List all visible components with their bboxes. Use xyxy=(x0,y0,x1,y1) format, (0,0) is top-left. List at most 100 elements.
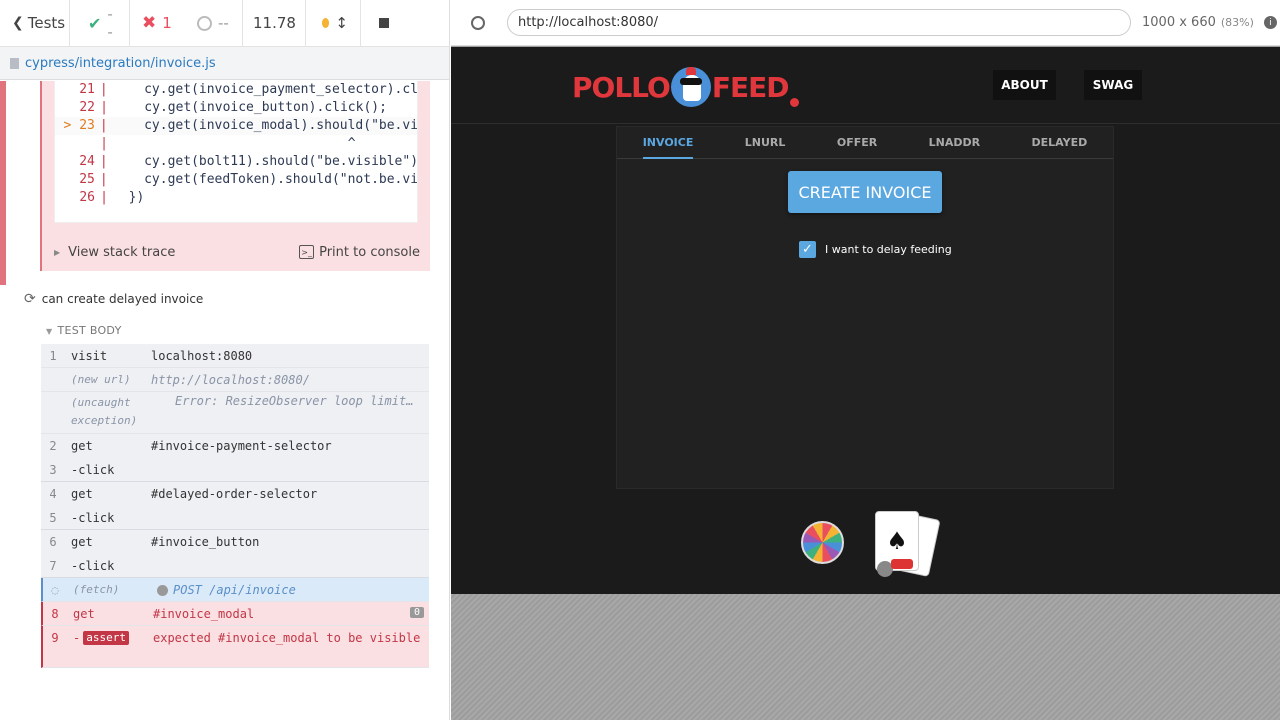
code-text: cy.get(feedToken).should("not.be.vi xyxy=(112,172,417,187)
view-stack-trace-link[interactable]: View stack trace xyxy=(68,245,175,260)
command-row[interactable]: 1 visit localhost:8080 xyxy=(41,344,429,368)
command-name: (fetch) xyxy=(73,583,120,596)
app-frame: POLLO FEED ABOUT SWAG INVOICE LNURL OFFE… xyxy=(451,47,1280,594)
tests-back-button[interactable]: ❮ Tests xyxy=(0,0,70,47)
caret-right-icon: ▶ xyxy=(54,247,61,257)
verified-badge-icon xyxy=(790,97,800,107)
command-row[interactable]: 5 -click xyxy=(41,506,429,530)
spec-file-path[interactable]: cypress/integration/invoice.js xyxy=(25,56,216,71)
viewport-background xyxy=(451,594,1280,720)
chevron-left-icon: ❮ xyxy=(12,15,24,31)
spec-file-bar[interactable]: cypress/integration/invoice.js xyxy=(0,47,449,80)
command-message: POST /api/invoice xyxy=(173,583,296,597)
line-number: > 23 xyxy=(63,118,95,133)
selector-playground-icon[interactable] xyxy=(471,15,485,30)
info-icon[interactable]: i xyxy=(1263,16,1277,29)
checkmark-icon: ✓ xyxy=(802,242,813,257)
code-line: 26 | }) xyxy=(55,189,417,207)
line-number: 25 xyxy=(79,172,95,187)
command-row[interactable]: 7 -click xyxy=(41,554,429,578)
auto-scroll-icon[interactable]: ↕ xyxy=(335,14,348,32)
line-number: 24 xyxy=(79,154,95,169)
test-title[interactable]: ⟳ can create delayed invoice xyxy=(24,291,203,307)
command-number: 8 xyxy=(51,607,59,621)
passed-count: ✔ -- xyxy=(70,0,130,47)
print-to-console-button[interactable]: >_ Print to console xyxy=(299,245,420,260)
command-number: 7 xyxy=(49,559,57,573)
nav-about-button[interactable]: ABOUT xyxy=(993,70,1056,100)
tab-offer[interactable]: OFFER xyxy=(837,127,877,159)
create-invoice-button[interactable]: CREATE INVOICE xyxy=(788,171,942,213)
payment-tabs: INVOICE LNURL OFFER LNADDR DELAYED xyxy=(617,127,1113,159)
code-line: 25 | cy.get(feedToken).should("not.be.vi xyxy=(55,171,417,189)
code-frame: 21 | cy.get(invoice_payment_selector).cl 2… xyxy=(54,81,418,223)
url-field[interactable]: http://localhost:8080/ xyxy=(507,9,1131,36)
stop-button[interactable] xyxy=(361,0,401,47)
payment-panel: INVOICE LNURL OFFER LNADDR DELAYED CREAT… xyxy=(616,126,1114,489)
command-message: http://localhost:8080/ xyxy=(151,373,310,387)
command-message: #delayed-order-selector xyxy=(151,487,318,501)
delay-feeding-label: I want to delay feeding xyxy=(825,243,952,256)
command-message: expected #invoice_modal to be visible xyxy=(153,631,421,645)
line-gutter: | xyxy=(100,100,108,115)
delay-feeding-option[interactable]: ✓ I want to delay feeding xyxy=(799,241,952,258)
refresh-icon: ⟳ xyxy=(24,291,36,307)
test-body-label[interactable]: ▼ TEST BODY xyxy=(46,324,122,337)
command-row[interactable]: (uncaught exception) Error: ResizeObserv… xyxy=(41,392,429,434)
command-name: -click xyxy=(71,463,115,477)
command-row[interactable]: 9- assert expected #invoice_modal to be vi… xyxy=(41,626,429,668)
code-text: ^ xyxy=(113,136,356,151)
command-row[interactable]: 6 get #invoice_button xyxy=(41,530,429,554)
check-icon: ✔ xyxy=(88,13,102,33)
command-number: 2 xyxy=(49,439,57,453)
terminal-icon: >_ xyxy=(299,245,315,259)
code-text: cy.get(invoice_payment_selector).cl xyxy=(112,82,417,97)
reporter-header: ❮ Tests ✔ -- ✖ 1 -- 11.78 ↕ xyxy=(0,0,449,47)
pending-dot-icon xyxy=(157,584,168,596)
command-message: Error: ResizeObserver loop limit… xyxy=(175,394,414,408)
code-text: cy.get(invoice_button).click(); xyxy=(113,100,387,115)
viewport-scale: (83%) xyxy=(1220,16,1254,29)
prize-wheel-icon[interactable] xyxy=(801,521,844,564)
pollo-feed-logo[interactable]: POLLO FEED xyxy=(572,67,800,107)
viewport-size: 1000 x 660 xyxy=(1142,15,1216,30)
failed-test-bar xyxy=(0,81,6,285)
pending-count: -- xyxy=(185,0,243,47)
line-number: 21 xyxy=(79,82,95,97)
command-row[interactable]: 8 get #invoice_modal 0 xyxy=(41,602,429,626)
rooster-logo-icon xyxy=(670,67,711,107)
command-row[interactable]: 2 get #invoice-payment-selector xyxy=(41,434,429,458)
tab-invoice[interactable]: INVOICE xyxy=(642,127,693,159)
line-number: 22 xyxy=(79,100,95,115)
tab-lnurl[interactable]: LNURL xyxy=(745,127,786,159)
command-row[interactable]: (new url) http://localhost:8080/ xyxy=(41,368,429,392)
app-header: POLLO FEED ABOUT SWAG xyxy=(451,47,1280,124)
command-name: -click xyxy=(71,511,115,525)
command-row[interactable]: ◌ (fetch) POST /api/invoice xyxy=(41,578,429,602)
error-block: 21 | cy.get(invoice_payment_selector).cl 2… xyxy=(0,81,449,285)
delay-feeding-checkbox[interactable]: ✓ xyxy=(799,241,816,258)
command-name: get xyxy=(71,439,93,453)
nav-swag-button[interactable]: SWAG xyxy=(1084,70,1142,100)
tab-delayed[interactable]: DELAYED xyxy=(1032,127,1088,159)
code-text: cy.get(bolt11).should("be.visible") xyxy=(112,154,417,169)
url-bar: http://localhost:8080/ 1000 x 660 (83%) … xyxy=(451,0,1280,46)
duration: 11.78 xyxy=(243,0,306,47)
line-gutter: | xyxy=(100,190,108,205)
command-number: 3 xyxy=(49,463,57,477)
command-number: 6 xyxy=(49,535,57,549)
playing-cards-icon[interactable]: ♠ xyxy=(875,511,941,581)
stack-trace-row: ▶ View stack trace >_ Print to console xyxy=(40,236,430,268)
command-number: 4 xyxy=(49,487,57,501)
aut-panel: http://localhost:8080/ 1000 x 660 (83%) … xyxy=(451,0,1280,720)
tab-lnaddr[interactable]: LNADDR xyxy=(929,127,980,159)
code-line: 22 | cy.get(invoice_button).click(); xyxy=(55,99,417,117)
command-name: get xyxy=(71,487,93,501)
command-message: #invoice_modal xyxy=(153,607,255,621)
caret-down-icon: ▼ xyxy=(46,327,53,336)
code-text: }) xyxy=(113,190,145,205)
line-gutter: | xyxy=(100,136,108,151)
line-gutter: | xyxy=(99,82,108,97)
command-row[interactable]: 3 -click xyxy=(41,458,429,482)
command-row[interactable]: 4 get #delayed-order-selector xyxy=(41,482,429,506)
